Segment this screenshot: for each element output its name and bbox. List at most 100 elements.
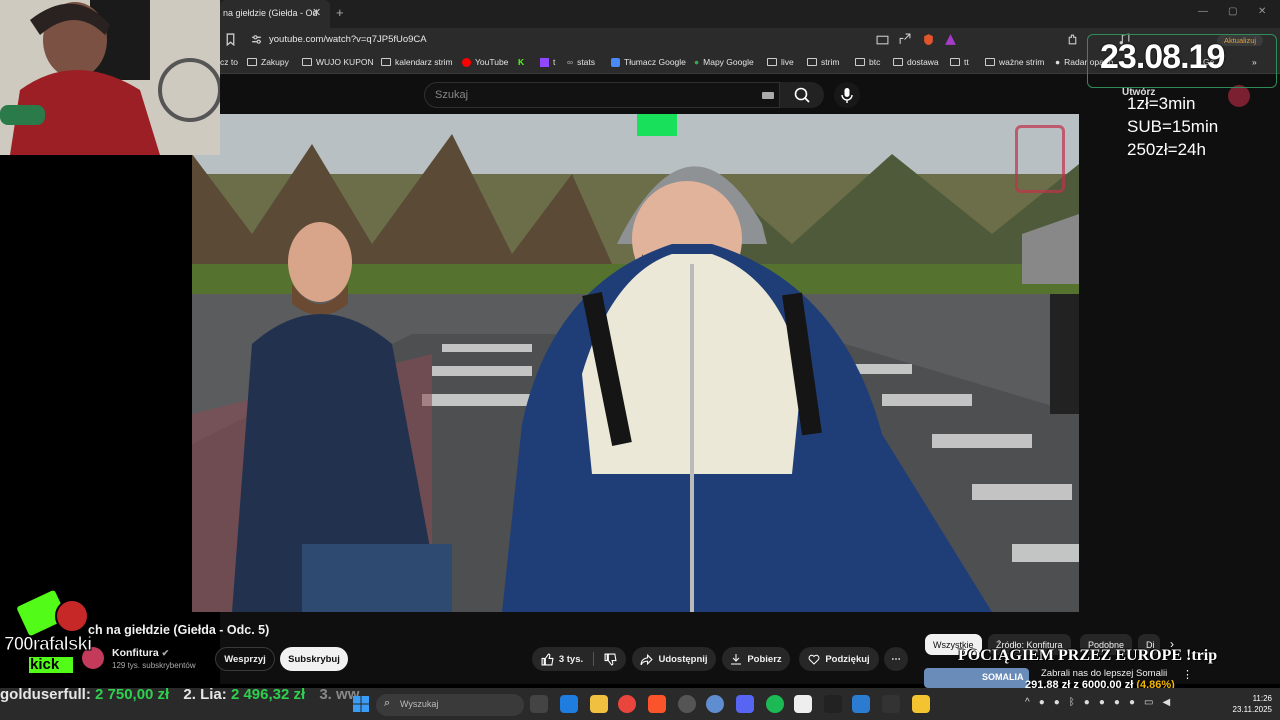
dislike-icon[interactable] xyxy=(604,653,617,666)
bookmark-maps[interactable]: ● Mapy Google xyxy=(694,57,754,67)
bookmark-folder-strim[interactable]: strim xyxy=(807,57,839,67)
extensions-icon[interactable] xyxy=(1066,33,1079,46)
bluetooth-icon[interactable]: ᛒ xyxy=(1069,697,1075,711)
tray-overflow-icon[interactable]: ^ xyxy=(1025,697,1030,711)
maps-icon: ● xyxy=(694,57,700,67)
close-window-icon[interactable]: ✕ xyxy=(1258,6,1266,17)
logo-platform: kick xyxy=(30,656,60,673)
obs-icon[interactable] xyxy=(678,695,696,713)
download-icon xyxy=(731,654,742,665)
tray-app-icon[interactable]: ● xyxy=(1039,697,1045,711)
keyboard-icon[interactable] xyxy=(762,92,774,99)
subathon-timer: 23.08.19 xyxy=(1100,38,1225,76)
bookmark-twitch[interactable]: t xyxy=(540,57,555,67)
file-explorer-icon[interactable] xyxy=(590,695,608,713)
download-button[interactable]: Pobierz xyxy=(722,647,790,671)
tray-app-icon[interactable]: ● xyxy=(1114,697,1120,711)
bookmark-folder-live[interactable]: live xyxy=(767,57,794,67)
brave-shield-icon[interactable] xyxy=(922,33,935,46)
donation-ticker: golduserfull: 2 750,00 zł 2. Lia: 2 496,… xyxy=(0,686,360,703)
watermark-icon xyxy=(1015,125,1065,193)
recommended-title: Zabrali nas do lepszej Somalii xyxy=(1041,668,1168,679)
clock-date: 23.11.2025 xyxy=(1232,705,1272,714)
more-actions-icon[interactable]: ⋯ xyxy=(884,647,908,671)
channel-name[interactable]: Konfitura ✔ xyxy=(112,647,169,659)
verified-icon: ✔ xyxy=(161,648,170,658)
folder-icon xyxy=(247,58,257,66)
logo-name: 700rafalski xyxy=(3,634,92,656)
rate-line: 250zł=24h xyxy=(1127,140,1206,159)
video-player[interactable] xyxy=(192,114,1079,612)
share-icon[interactable] xyxy=(898,33,911,46)
install-app-icon[interactable] xyxy=(876,33,889,46)
tray-app-icon[interactable]: ● xyxy=(1129,697,1135,711)
minimize-icon[interactable]: — xyxy=(1198,6,1208,17)
taskbar-search-input[interactable]: Wyszukaj xyxy=(376,694,524,716)
divider xyxy=(593,652,595,666)
like-icon[interactable] xyxy=(541,653,554,666)
tray-app-icon[interactable]: ● xyxy=(1099,697,1105,711)
spotify-icon[interactable] xyxy=(766,695,784,713)
new-tab-icon[interactable]: + xyxy=(336,5,348,20)
bookmark-stats[interactable]: ∞ stats xyxy=(567,57,595,67)
task-view-icon[interactable] xyxy=(530,695,548,713)
search-button[interactable] xyxy=(780,82,824,108)
windows-start-icon[interactable] xyxy=(352,695,370,713)
webcam-overlay xyxy=(0,0,220,155)
bookmark-folder-kalendarz[interactable]: kalendarz strim xyxy=(381,57,453,67)
brave-icon[interactable] xyxy=(648,695,666,713)
rate-line: SUB=15min xyxy=(1127,117,1219,136)
thanks-heart-icon xyxy=(808,654,820,665)
streamer-logo: 700rafalski kick xyxy=(2,590,102,680)
bookmark-folder-tt[interactable]: tt xyxy=(950,57,969,67)
recommended-thumbnail: SOMALIA xyxy=(924,668,1029,688)
drop-icon: ● xyxy=(1055,57,1061,67)
discord-icon[interactable] xyxy=(736,695,754,713)
recommended-menu-icon[interactable]: ⋮ xyxy=(1182,668,1193,681)
app-icon[interactable] xyxy=(852,695,870,713)
microphone-icon[interactable] xyxy=(834,82,860,108)
bookmark-folder-btc[interactable]: btc xyxy=(855,57,880,67)
taskbar-clock[interactable]: 11:26 23.11.2025 xyxy=(1222,693,1272,715)
tray-app-icon[interactable]: ● xyxy=(1054,697,1060,711)
network-icon[interactable]: ▭ xyxy=(1144,697,1153,711)
bookmark-translate[interactable]: Tłumacz Google xyxy=(611,57,686,67)
rewards-icon[interactable] xyxy=(944,33,957,46)
folder-icon xyxy=(855,58,865,66)
bookmark-item[interactable]: cz to xyxy=(220,57,238,67)
search-input[interactable]: Szukaj xyxy=(424,82,780,108)
app-icon[interactable] xyxy=(794,695,812,713)
app-icon[interactable] xyxy=(824,695,842,713)
maximize-icon[interactable]: ▢ xyxy=(1228,6,1237,17)
trip-banner: POCIĄGIEM PRZEZ EUROPE !trip xyxy=(958,647,1218,664)
thanks-button[interactable]: Podziękuj xyxy=(799,647,879,671)
volume-icon[interactable]: ◀ xyxy=(1162,697,1170,711)
subscriber-count: 129 tys. subskrybentów xyxy=(112,661,196,670)
url-field[interactable]: youtube.com/watch?v=q7JP5fUo9CA xyxy=(269,34,427,45)
site-settings-icon[interactable] xyxy=(250,33,263,46)
bookmark-youtube[interactable]: YouTube xyxy=(462,57,508,67)
bookmark-folder-zakupy[interactable]: Zakupy xyxy=(247,57,289,67)
tray-app-icon[interactable]: ● xyxy=(1084,697,1090,711)
bookmark-icon[interactable] xyxy=(224,33,237,46)
folder-icon xyxy=(950,58,960,66)
kick-icon: K xyxy=(518,57,525,67)
app-icon[interactable] xyxy=(706,695,724,713)
subscribe-button[interactable]: Subskrybuj xyxy=(280,647,348,671)
app-icon[interactable] xyxy=(882,695,900,713)
folder-icon xyxy=(985,58,995,66)
bookmark-kick[interactable]: K xyxy=(518,57,524,67)
bookmark-folder-wujo-kupon[interactable]: WUJO KUPON xyxy=(302,57,374,67)
tab-close-icon[interactable]: ✕ xyxy=(312,6,324,20)
chrome-icon[interactable] xyxy=(618,695,636,713)
notes-icon[interactable] xyxy=(912,695,930,713)
bookmark-folder-dostawa[interactable]: dostawa xyxy=(893,57,939,67)
avatar[interactable] xyxy=(1228,85,1250,107)
app-icon[interactable] xyxy=(560,695,578,713)
bookmark-folder-wazne-strim[interactable]: ważne strim xyxy=(985,57,1044,67)
system-tray: ^ ● ● ᛒ ● ● ● ● ▭ ◀ xyxy=(1025,697,1215,711)
like-count[interactable]: 3 tys. xyxy=(559,654,583,665)
support-button[interactable]: Wesprzyj xyxy=(215,647,275,671)
share-button[interactable]: Udostępnij xyxy=(632,647,716,671)
youtube-icon xyxy=(462,57,471,67)
